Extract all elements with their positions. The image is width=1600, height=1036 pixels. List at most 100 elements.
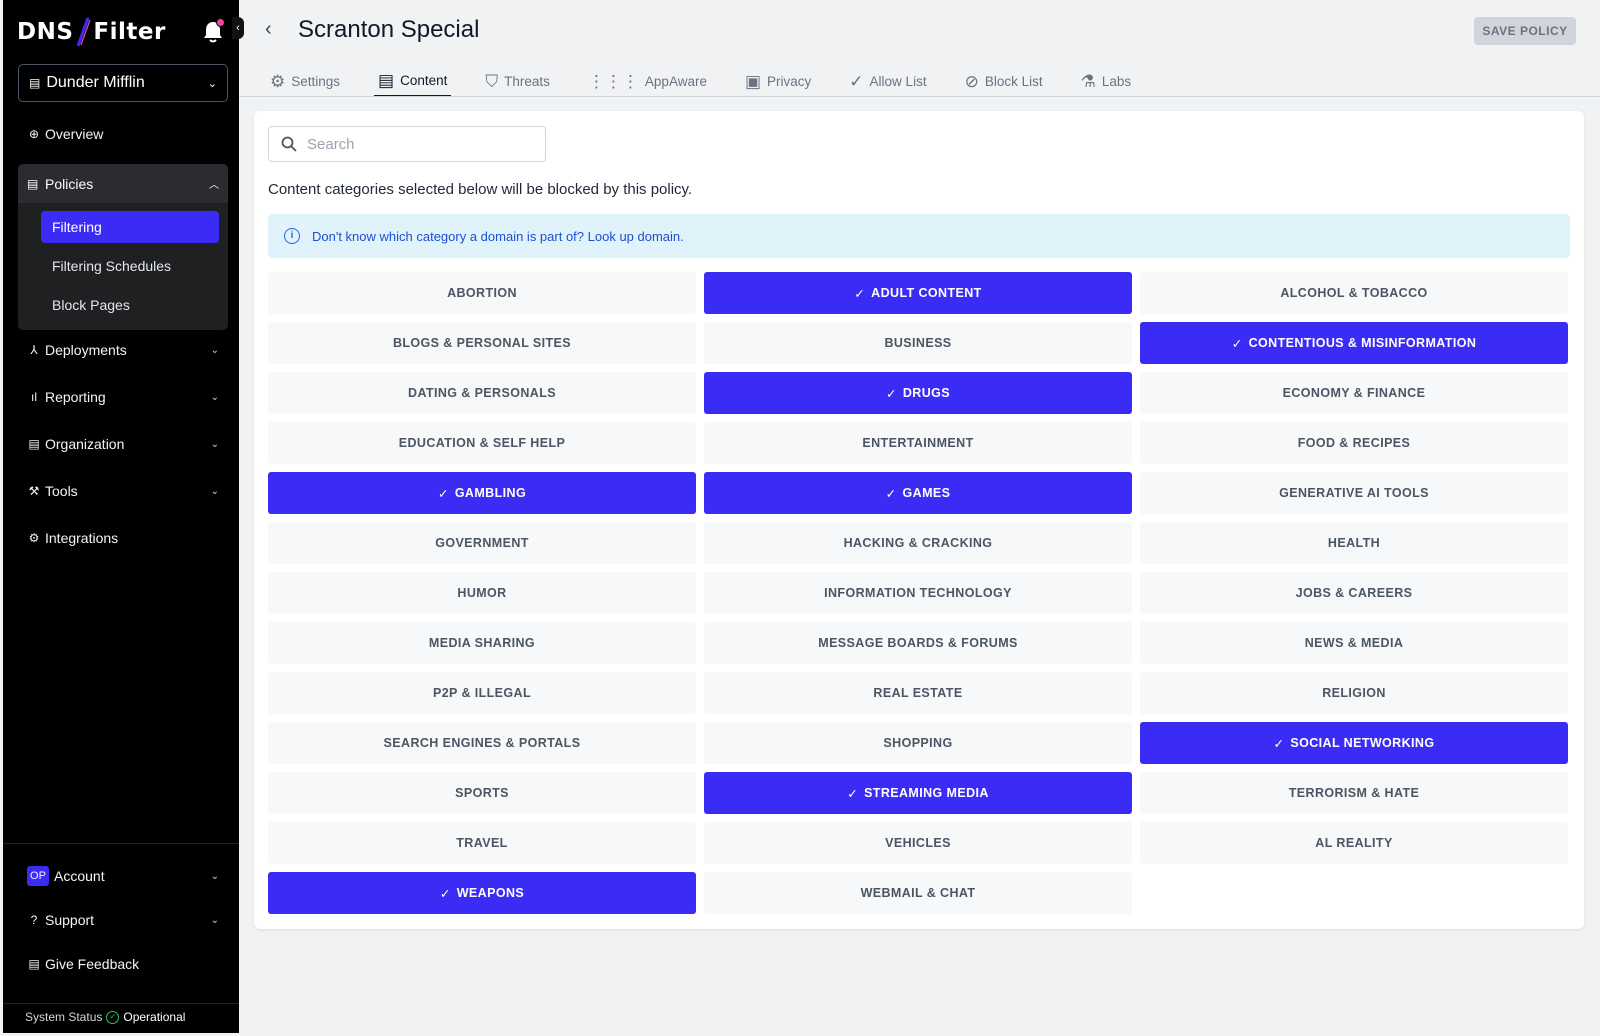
nav-organization[interactable]: ▤ Organization ⌄ [18,427,228,461]
nav-label: Account [54,868,105,884]
category-button[interactable]: ABORTION [268,272,696,314]
tab-labs[interactable]: ⚗ Labs [1077,66,1136,97]
feedback-icon: ▤ [28,957,40,971]
nav-deployments[interactable]: ⅄ Deployments ⌄ [18,333,228,367]
subnav-block-pages[interactable]: Block Pages [41,289,219,321]
category-button[interactable]: ALCOHOL & TOBACCO [1140,272,1568,314]
category-button[interactable]: HACKING & CRACKING [704,522,1132,564]
category-button[interactable]: ✓ ADULT CONTENT [704,272,1132,314]
category-label: REAL ESTATE [873,686,963,700]
category-button[interactable]: P2P & ILLEGAL [268,672,696,714]
category-button[interactable]: HUMOR [268,572,696,614]
nav-tools[interactable]: ⚒ Tools ⌄ [18,474,228,508]
category-button[interactable]: INFORMATION TECHNOLOGY [704,572,1132,614]
category-button[interactable]: WEBMAIL & CHAT [704,872,1132,914]
nav-account[interactable]: OP Account ⌄ [18,859,228,893]
checkmark-icon: ✓ [885,486,897,501]
tab-appaware[interactable]: ⋮⋮⋮ AppAware [584,66,711,97]
nav-reporting[interactable]: ıl Reporting ⌄ [18,380,228,414]
category-button[interactable]: ✓ GAMBLING [268,472,696,514]
category-button[interactable]: SPORTS [268,772,696,814]
category-label: BLOGS & PERSONAL SITES [392,336,572,350]
category-label: ENTERTAINMENT [862,436,974,450]
category-button[interactable]: JOBS & CAREERS [1140,572,1568,614]
category-label: JOBS & CAREERS [1295,586,1413,600]
category-button[interactable]: ✓ DRUGS [704,372,1132,414]
back-arrow-icon[interactable]: ‹ [265,18,272,41]
tab-settings[interactable]: ⚙ Settings [266,66,344,97]
category-label: FOOD & RECIPES [1297,436,1411,450]
category-button[interactable]: EDUCATION & SELF HELP [268,422,696,464]
category-button[interactable]: GOVERNMENT [268,522,696,564]
tab-label: Labs [1101,74,1132,89]
tab-content[interactable]: ▤ Content [374,66,452,97]
nav-label: Tools [45,483,78,499]
category-label: WEBMAIL & CHAT [860,886,976,900]
category-button[interactable]: SEARCH ENGINES & PORTALS [268,722,696,764]
category-label: ABORTION [447,286,517,300]
category-label: BUSINESS [884,336,952,350]
nav-policies[interactable]: ▤ Policies ︿ [18,164,228,203]
category-button[interactable]: MEDIA SHARING [268,622,696,664]
category-button[interactable]: ✓ WEAPONS [268,872,696,914]
category-label: ALCOHOL & TOBACCO [1280,286,1428,300]
tab-privacy[interactable]: ▣ Privacy [741,66,815,97]
sidebar-divider [3,843,239,844]
search-icon [281,136,297,152]
nav-overview[interactable]: ⊕ Overview [18,117,228,151]
save-policy-button[interactable]: SAVE POLICY [1474,17,1576,45]
category-button[interactable]: FOOD & RECIPES [1140,422,1568,464]
category-button[interactable]: ✓ GAMES [704,472,1132,514]
category-button[interactable]: ENTERTAINMENT [704,422,1132,464]
notification-dot [216,18,225,27]
tab-block-list[interactable]: ⊘ Block List [961,66,1047,97]
category-label: NEWS & MEDIA [1304,636,1404,650]
category-button[interactable]: VEHICLES [704,822,1132,864]
category-label: ECONOMY & FINANCE [1282,386,1426,400]
category-button[interactable]: AL REALITY [1140,822,1568,864]
dnsfilter-logo[interactable]: DNS Filter [17,16,166,48]
collapse-sidebar-button[interactable]: ‹ [232,17,244,39]
category-label: MESSAGE BOARDS & FORUMS [818,636,1018,650]
subnav-label: Block Pages [52,297,130,313]
category-button[interactable]: BLOGS & PERSONAL SITES [268,322,696,364]
category-button[interactable]: ECONOMY & FINANCE [1140,372,1568,414]
category-label: INFORMATION TECHNOLOGY [824,586,1012,600]
category-button[interactable]: HEALTH [1140,522,1568,564]
category-button[interactable]: ✓ CONTENTIOUS & MISINFORMATION [1140,322,1568,364]
subnav-filtering-schedules[interactable]: Filtering Schedules [41,250,219,282]
category-button[interactable]: NEWS & MEDIA [1140,622,1568,664]
category-button[interactable]: GENERATIVE AI TOOLS [1140,472,1568,514]
category-label: MEDIA SHARING [428,636,536,650]
account-avatar: OP [27,866,49,886]
category-button[interactable]: RELIGION [1140,672,1568,714]
category-button[interactable]: DATING & PERSONALS [268,372,696,414]
search-input[interactable] [307,135,527,153]
nav-integrations[interactable]: ⚙ Integrations [18,521,228,555]
category-button[interactable]: ✓ STREAMING MEDIA [704,772,1132,814]
privacy-icon: ▣ [744,71,762,91]
nav-give-feedback[interactable]: ▤ Give Feedback [18,947,228,981]
tab-label: Threats [504,74,550,89]
shield-icon: ⛉ [485,71,499,91]
chevron-down-icon: ⌄ [207,77,217,90]
search-box[interactable] [268,126,546,162]
nav-support[interactable]: ? Support ⌄ [18,903,228,937]
category-button[interactable]: TERRORISM & HATE [1140,772,1568,814]
category-button[interactable]: MESSAGE BOARDS & FORUMS [704,622,1132,664]
category-button[interactable]: TRAVEL [268,822,696,864]
lookup-domain-link[interactable]: Look up domain. [588,229,684,244]
tab-allow-list[interactable]: ✓ Allow List [845,66,930,97]
organization-select[interactable]: ▤ Dunder Mifflin ⌄ [18,64,228,102]
category-label: GAMES [902,486,951,500]
system-status[interactable]: System Status ✓ Operational [25,1010,185,1024]
subnav-filtering[interactable]: Filtering [41,211,219,243]
info-banner: i Don't know which category a domain is … [268,214,1570,258]
tab-threats[interactable]: ⛉ Threats [481,66,554,97]
category-button[interactable]: ✓ SOCIAL NETWORKING [1140,722,1568,764]
category-button[interactable]: REAL ESTATE [704,672,1132,714]
category-button[interactable]: SHOPPING [704,722,1132,764]
chevron-down-icon: ⌄ [210,914,219,926]
notifications-bell-icon[interactable] [202,18,225,44]
category-button[interactable]: BUSINESS [704,322,1132,364]
